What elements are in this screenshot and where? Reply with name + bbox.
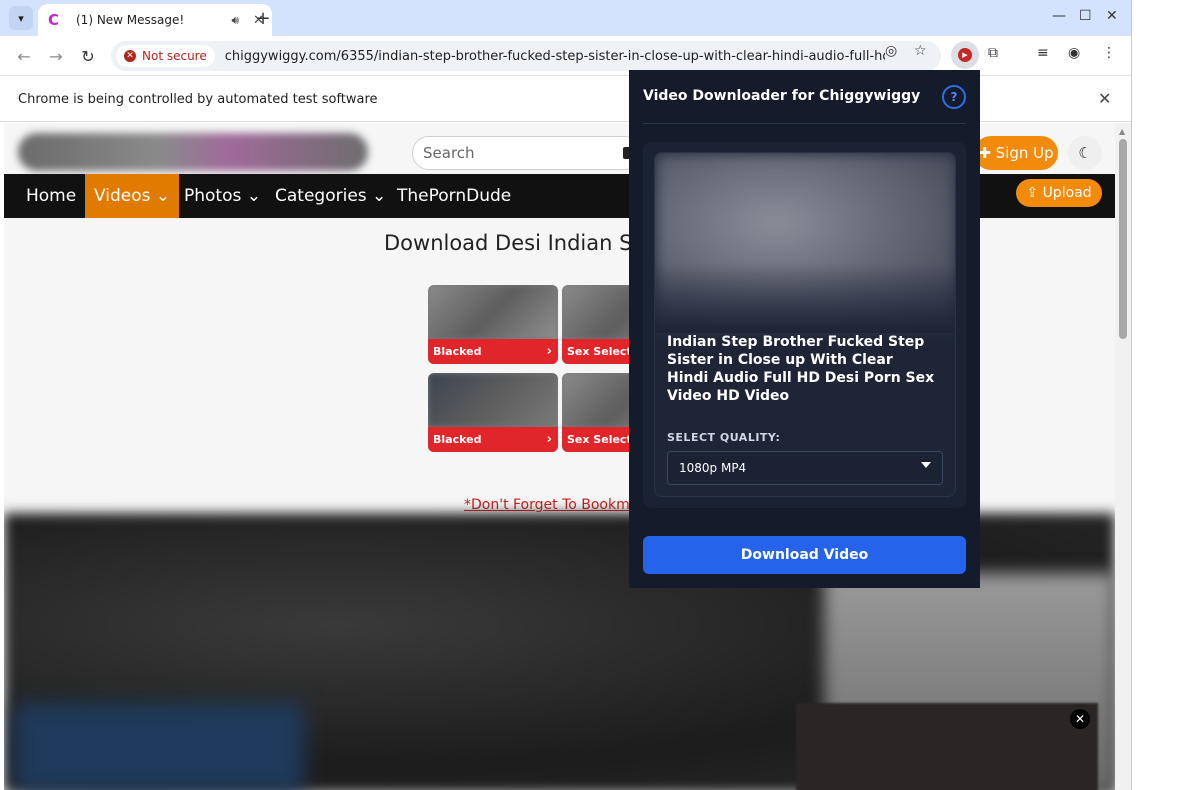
scroll-up-icon[interactable]: ▲: [1119, 127, 1125, 136]
quality-label: SELECT QUALITY:: [667, 431, 781, 444]
bookmark-star-icon[interactable]: ☆: [914, 43, 927, 59]
window-close-icon[interactable]: ✕: [1106, 8, 1118, 24]
nav-item-theporndude[interactable]: ThePornDude: [387, 174, 521, 218]
thumbnail-fade: [655, 263, 955, 333]
play-icon: ▶: [958, 48, 972, 62]
page-heading: Download Desi Indian S: [384, 231, 633, 255]
maximize-icon[interactable]: ☐: [1079, 8, 1092, 24]
bookmark-reminder-link[interactable]: *Don't Forget To Bookm: [464, 497, 630, 513]
extensions-puzzle-icon[interactable]: ⧉: [988, 45, 998, 61]
video-panel: Indian Step Brother Fucked Step Sister i…: [643, 142, 966, 508]
card-thumbnail: [428, 285, 558, 339]
site-favicon-icon: C: [48, 11, 60, 29]
site-logo[interactable]: [18, 133, 368, 171]
back-arrow-icon[interactable]: ←: [12, 44, 36, 68]
profile-icon[interactable]: ◉: [1068, 45, 1080, 61]
help-icon[interactable]: ?: [942, 85, 966, 109]
card-label: Blacked: [433, 433, 482, 446]
security-label: Not secure: [142, 49, 207, 63]
video-downloader-popup: Video Downloader for Chiggywiggy ? India…: [629, 70, 980, 588]
tab-title: (1) New Message!: [76, 13, 185, 27]
nav-item-videos[interactable]: Videos ⌄: [85, 174, 180, 218]
upload-label: Upload: [1042, 185, 1092, 201]
sign-up-button[interactable]: ✚ Sign Up: [974, 136, 1058, 170]
quality-select[interactable]: 1080p MP4: [667, 451, 943, 485]
user-plus-icon: ✚: [978, 144, 996, 162]
forward-arrow-icon[interactable]: →: [44, 44, 68, 68]
video-title: Indian Step Brother Fucked Step Sister i…: [667, 334, 935, 404]
address-bar[interactable]: ✕ Not secure chiggywiggy.com/6355/indian…: [111, 41, 941, 71]
nav-item-home[interactable]: Home: [16, 174, 86, 218]
eye-off-icon[interactable]: ◎: [885, 43, 897, 59]
nav-item-photos[interactable]: Photos ⌄: [174, 174, 271, 218]
download-video-button[interactable]: Download Video: [643, 536, 966, 574]
infobar-message: Chrome is being controlled by automated …: [18, 92, 378, 107]
card-label: Blacked: [433, 345, 482, 358]
menu-kebab-icon[interactable]: ⋮: [1102, 45, 1116, 61]
mini-player-close-icon[interactable]: ✕: [1070, 709, 1090, 729]
warning-icon: ✕: [124, 50, 136, 62]
upload-icon: ⇪: [1026, 185, 1043, 201]
card-label: Sex Select: [567, 345, 632, 358]
search-placeholder: Search: [423, 144, 475, 162]
category-card[interactable]: Blacked ›: [428, 373, 558, 452]
popup-divider: [643, 123, 966, 124]
category-card[interactable]: Blacked ›: [428, 285, 558, 364]
caret-down-icon: [921, 462, 931, 468]
video-player-region: [14, 703, 304, 790]
quality-selected-value: 1080p MP4: [679, 461, 747, 475]
sign-up-label: Sign Up: [995, 144, 1054, 162]
infobar-close-icon[interactable]: ✕: [1098, 89, 1111, 108]
popup-title: Video Downloader for Chiggywiggy: [643, 88, 921, 104]
new-tab-button[interactable]: +: [251, 6, 275, 30]
scrollbar-thumb[interactable]: [1119, 139, 1127, 339]
video-downloader-extension-button[interactable]: ▶: [951, 41, 979, 69]
media-controls-icon[interactable]: ≡: [1037, 45, 1049, 61]
chevron-down-icon: ▾: [18, 11, 24, 25]
card-thumbnail: [428, 373, 558, 427]
nav-item-categories[interactable]: Categories ⌄: [265, 174, 396, 218]
tab-strip: ▾ C (1) New Message! 🔊︎ ✕ + — ☐ ✕: [0, 0, 1131, 36]
search-input[interactable]: Search: [412, 136, 642, 170]
video-card: Indian Step Brother Fucked Step Sister i…: [654, 152, 956, 497]
browser-tab[interactable]: C (1) New Message! 🔊︎ ✕: [38, 4, 272, 36]
card-label: Sex Select: [567, 433, 632, 446]
chevron-right-icon: ›: [546, 432, 552, 447]
speaker-icon[interactable]: 🔊︎: [232, 13, 240, 28]
desktop-background: [1131, 0, 1200, 790]
tab-search-button[interactable]: ▾: [9, 6, 33, 30]
floating-mini-player[interactable]: [796, 703, 1098, 790]
reload-icon[interactable]: ↻: [76, 44, 100, 68]
page-scrollbar[interactable]: ▲: [1115, 123, 1131, 790]
minimize-icon[interactable]: —: [1052, 8, 1066, 24]
chevron-right-icon: ›: [546, 344, 552, 359]
security-chip[interactable]: ✕ Not secure: [116, 45, 215, 67]
upload-button[interactable]: ⇪ Upload: [1016, 179, 1102, 207]
dark-mode-toggle-icon[interactable]: ☾: [1068, 136, 1102, 170]
url-text[interactable]: chiggywiggy.com/6355/indian-step-brother…: [225, 49, 885, 64]
